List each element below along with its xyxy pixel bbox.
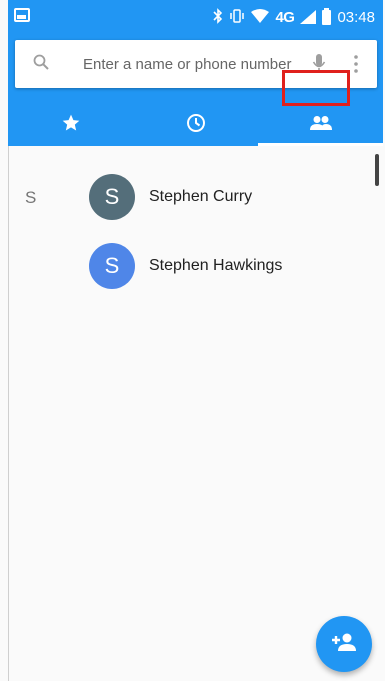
- highlight-annotation: [282, 70, 350, 106]
- search-input[interactable]: [83, 40, 303, 88]
- search-icon[interactable]: [33, 54, 49, 70]
- status-clock: 03:48: [337, 8, 375, 26]
- tab-bar: [8, 100, 383, 146]
- contact-name: Stephen Hawkings: [149, 257, 283, 274]
- wifi-icon: [251, 8, 270, 26]
- contacts-list[interactable]: S S Stephen Curry S Stephen Hawkings: [8, 146, 383, 681]
- battery-icon: [322, 7, 332, 25]
- scrollbar[interactable]: [375, 154, 379, 186]
- status-bar: 4G 03:48: [8, 0, 383, 34]
- star-icon: [61, 113, 81, 133]
- section-header: S: [25, 188, 37, 207]
- add-contact-icon: [331, 632, 357, 657]
- gallery-notification-icon: [14, 8, 30, 22]
- status-icons: 4G 03:48: [213, 6, 375, 28]
- network-type: 4G: [275, 8, 295, 26]
- contact-name: Stephen Curry: [149, 188, 253, 205]
- list-item[interactable]: S Stephen Curry: [89, 173, 369, 221]
- more-vert-icon[interactable]: [353, 54, 359, 74]
- people-icon: [309, 115, 333, 131]
- signal-icon: [300, 10, 317, 24]
- tab-recents[interactable]: [133, 100, 258, 146]
- clock-icon: [186, 113, 206, 133]
- bluetooth-icon: [213, 7, 223, 27]
- avatar: S: [89, 174, 135, 220]
- phone-screen: 4G 03:48 Enter a name or phone number S …: [0, 0, 385, 681]
- tab-favorites[interactable]: [8, 100, 133, 146]
- list-item[interactable]: S Stephen Hawkings: [89, 242, 369, 290]
- tab-contacts[interactable]: [258, 100, 383, 146]
- add-contact-button[interactable]: [316, 616, 372, 672]
- avatar: S: [89, 243, 135, 289]
- vibrate-icon: [229, 8, 245, 26]
